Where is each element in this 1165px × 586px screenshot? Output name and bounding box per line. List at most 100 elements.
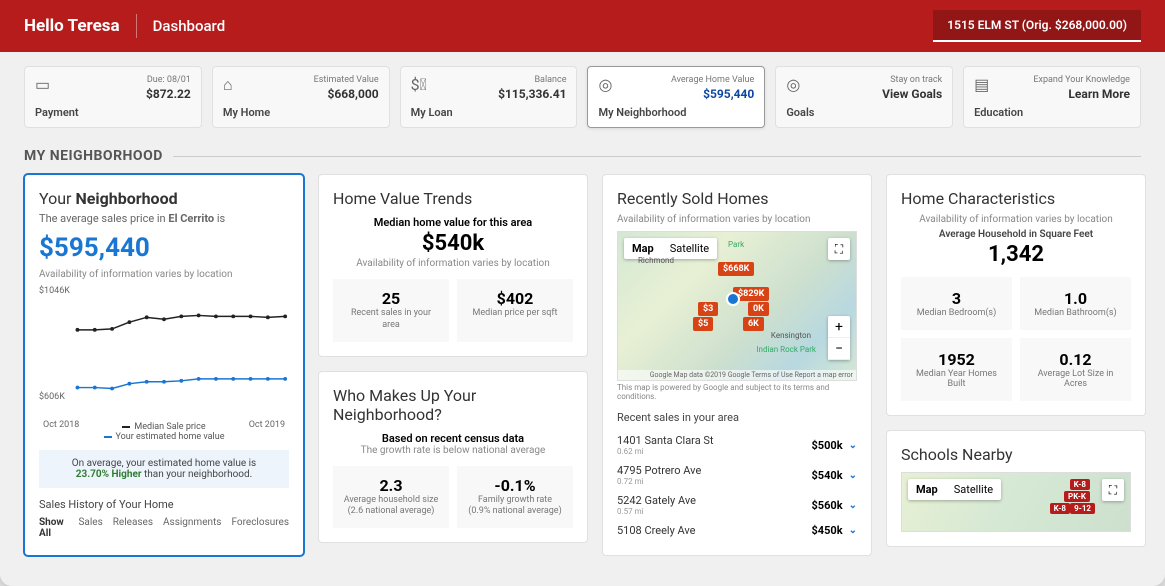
dashboard-grid: Your Neighborhood The average sales pric… <box>0 164 1165 566</box>
tab-label: My Neighborhood <box>598 106 754 119</box>
map-place: Indian Rock Park <box>756 345 816 354</box>
median-label: Median home value for this area <box>333 216 573 229</box>
header-left: Hello Teresa Dashboard <box>24 14 225 38</box>
recently-sold-card: Recently Sold Homes Availability of info… <box>602 174 872 556</box>
x-axis-right: Oct 2019 <box>249 420 285 430</box>
summary-tabs: ▭Due: 08/01$872.22 Payment ⌂Estimated Va… <box>0 52 1165 142</box>
tab-payment[interactable]: ▭Due: 08/01$872.22 Payment <box>24 66 202 128</box>
tab-goals[interactable]: ◎Stay on trackView Goals Goals <box>775 66 953 128</box>
fullscreen-icon[interactable]: ⛶ <box>828 238 850 260</box>
availability-note: Availability of information varies by lo… <box>617 214 857 225</box>
tab-myhome[interactable]: ⌂Estimated Value$668,000 My Home <box>212 66 390 128</box>
sqft-label: Average Household in Square Feet <box>901 229 1131 240</box>
map-disclaimer: This map is powered by Google and subjec… <box>617 383 857 401</box>
availability-note: Availability of information varies by lo… <box>333 258 573 269</box>
chevron-down-icon: ⌄ <box>849 525 857 536</box>
fullscreen-icon[interactable]: ⛶ <box>1102 479 1124 501</box>
sqft-value: 1,342 <box>901 242 1131 267</box>
tab-label: Payment <box>35 106 191 119</box>
greeting: Hello Teresa <box>24 16 120 36</box>
chevron-down-icon: ⌄ <box>849 500 857 511</box>
home-pin[interactable] <box>726 292 740 306</box>
stat-bathrooms: 1.0Median Bathroom(s) <box>1020 277 1131 330</box>
price-marker[interactable]: $668K <box>718 262 754 276</box>
stat-growth-rate: -0.1%Family growth rate(0.9% national av… <box>457 466 573 528</box>
stat-bedrooms: 3Median Bedroom(s) <box>901 277 1012 330</box>
stat-year-built: 1952Median Year Homes Built <box>901 338 1012 401</box>
stat-recent-sales: 25Recent sales in your area <box>333 279 449 341</box>
card-title: Home Characteristics <box>901 189 1131 208</box>
col4: Home Characteristics Availability of inf… <box>886 174 1146 556</box>
stat-lot-size: 0.12Average Lot Size in Acres <box>1020 338 1131 401</box>
history-tab-sales[interactable]: Sales <box>78 517 102 539</box>
payment-icon: ▭ <box>35 75 55 95</box>
sale-row[interactable]: 1401 Santa Clara St0.62 mi$500k⌄ <box>617 430 857 460</box>
y-axis-top: $1046K <box>39 286 70 296</box>
history-title: Sales History of Your Home <box>39 498 289 511</box>
y-axis-bot: $606K <box>39 392 65 402</box>
price-marker[interactable]: $5 <box>693 317 713 331</box>
home-value-trends-card: Home Value Trends Median home value for … <box>318 174 588 356</box>
sale-row[interactable]: 5242 Gately Ave0.57 mi$560k⌄ <box>617 490 857 520</box>
tab-label: Goals <box>786 106 942 119</box>
tab-education[interactable]: ▤Expand Your KnowledgeLearn More Educati… <box>963 66 1141 128</box>
card-subtitle: The average sales price in El Cerrito is <box>39 212 289 225</box>
satellite-button[interactable]: Satellite <box>946 479 1001 500</box>
stat-household-size: 2.3Average household size(2.6 national a… <box>333 466 449 528</box>
school-badge[interactable]: 9-12 <box>1070 503 1095 514</box>
target-icon: ◎ <box>786 75 806 95</box>
history-tab-assignments[interactable]: Assignments <box>163 517 221 539</box>
card-title: Your Neighborhood <box>39 189 289 208</box>
history-tab-showall[interactable]: Show All <box>39 517 68 539</box>
avg-price: $595,440 <box>39 233 289 263</box>
tab-label: Education <box>974 106 1130 119</box>
map-place: Richmond <box>638 256 674 265</box>
school-badge[interactable]: PK-K <box>1064 491 1090 502</box>
card-title: Who Makes Up Your Neighborhood? <box>333 386 573 424</box>
tab-label: My Home <box>223 106 379 119</box>
address-badge[interactable]: 1515 ELM ST (Orig. $268,000.00) <box>933 10 1141 42</box>
school-badge[interactable]: K-8 <box>1050 503 1070 514</box>
chevron-down-icon: ⌄ <box>849 440 857 451</box>
tab-myneighborhood[interactable]: ◎Average Home Value$595,440 My Neighborh… <box>587 66 765 128</box>
school-badge[interactable]: K-8 <box>1070 479 1090 490</box>
who-makes-up-card: Who Makes Up Your Neighborhood? Based on… <box>318 371 588 543</box>
sale-row[interactable]: 5108 Creely Ave$450k⌄ <box>617 520 857 541</box>
sparkline <box>39 286 289 416</box>
availability-note: Availability of information varies by lo… <box>39 269 289 280</box>
stat-price-sqft: $402Median price per sqft <box>457 279 573 341</box>
comparison-callout: On average, your estimated home value is… <box>39 450 289 488</box>
characteristics-grid: 3Median Bedroom(s) 1.0Median Bathroom(s)… <box>901 277 1131 401</box>
sales-map[interactable]: Map Satellite ⛶ + − Richmond Park Kensin… <box>617 231 857 381</box>
app-header: Hello Teresa Dashboard 1515 ELM ST (Orig… <box>0 0 1165 52</box>
price-marker[interactable]: 0K <box>748 302 769 316</box>
history-tab-releases[interactable]: Releases <box>113 517 153 539</box>
tab-myloan[interactable]: $⃞Balance$115,336.41 My Loan <box>400 66 578 128</box>
map-place: Kensington <box>771 331 811 340</box>
zoom-in-button[interactable]: + <box>828 316 850 338</box>
col2: Home Value Trends Median home value for … <box>318 174 588 556</box>
zoom-out-button[interactable]: − <box>828 338 850 360</box>
map-place: Park <box>728 240 744 249</box>
history-tab-foreclosures[interactable]: Foreclosures <box>231 517 289 539</box>
your-neighborhood-card: Your Neighborhood The average sales pric… <box>24 174 304 556</box>
schools-map[interactable]: Map Satellite ⛶ K-8 PK-K K-8 9-12 <box>901 472 1131 532</box>
median-value: $540k <box>333 231 573 256</box>
price-marker[interactable]: 6K <box>743 317 764 331</box>
recent-sales-list: Recent sales in your area 1401 Santa Cla… <box>617 411 857 541</box>
page-title: Dashboard <box>153 17 226 35</box>
zoom-controls: + − <box>828 316 850 360</box>
price-marker[interactable]: $3 <box>698 302 718 316</box>
tab-label: My Loan <box>411 106 567 119</box>
loan-icon: $⃞ <box>411 75 431 95</box>
growth-note: The growth rate is below national averag… <box>333 445 573 456</box>
location-icon: ◎ <box>598 75 618 95</box>
sale-row[interactable]: 4795 Potrero Ave0.72 mi$540k⌄ <box>617 460 857 490</box>
price-chart: $1046K $606K Oct 2018Oct 2019 <box>39 286 289 416</box>
card-title: Schools Nearby <box>901 445 1131 464</box>
census-stats: 2.3Average household size(2.6 national a… <box>333 466 573 528</box>
availability-note: Availability of information varies by lo… <box>901 214 1131 225</box>
x-axis-left: Oct 2018 <box>43 420 79 430</box>
card-title: Home Value Trends <box>333 189 573 208</box>
map-button[interactable]: Map <box>908 479 946 500</box>
